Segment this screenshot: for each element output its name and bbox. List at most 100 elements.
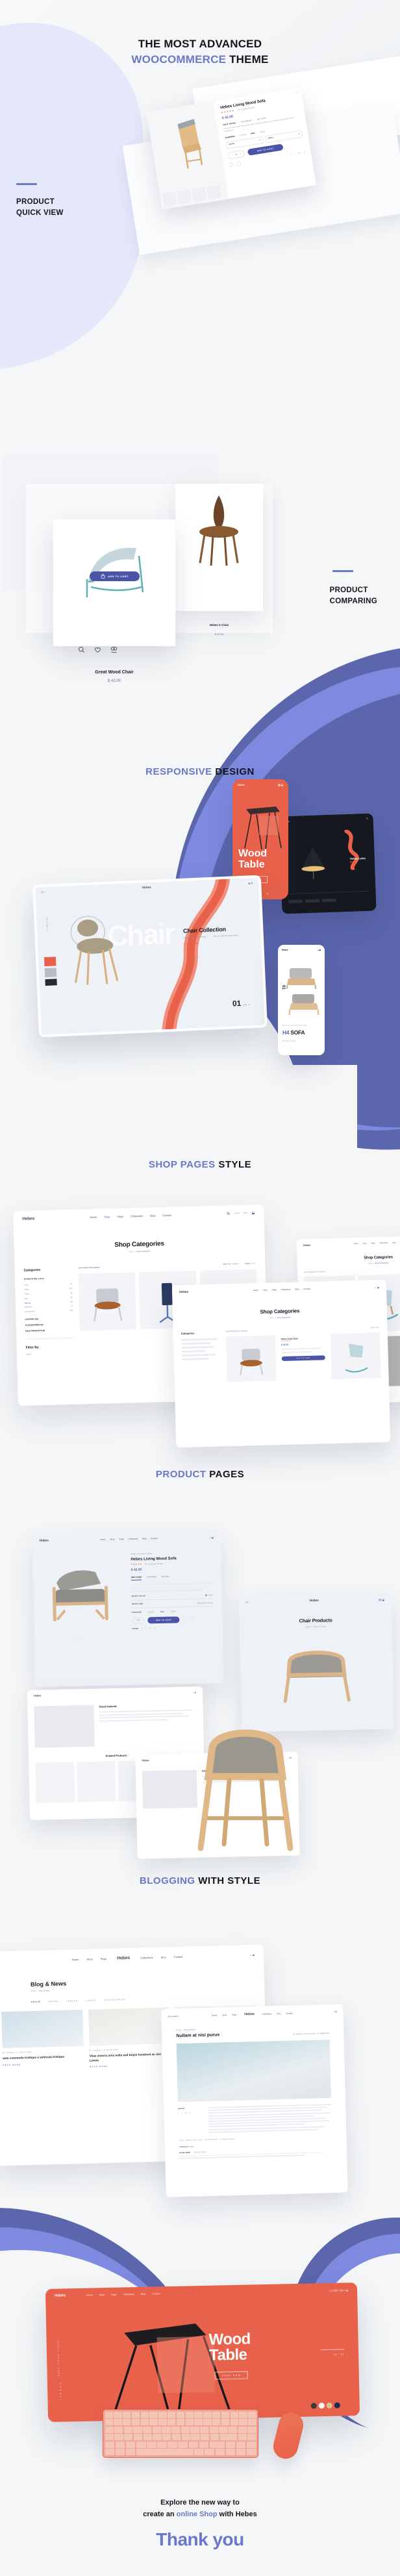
social-share[interactable]: f t G+ p bbox=[290, 151, 305, 157]
breadcrumb-home[interactable]: Home bbox=[129, 1250, 134, 1253]
swatch-dark[interactable] bbox=[310, 2403, 317, 2409]
wood-table-desktop-mockup[interactable]: Hebes Home Shop Page Collections Blog Co… bbox=[45, 2282, 360, 2423]
sort-control[interactable]: SORT BY: NAME ▾ bbox=[223, 1263, 240, 1266]
thumbnail[interactable] bbox=[44, 968, 57, 978]
tablet-menu-icon[interactable]: ☰ ⌕ bbox=[41, 891, 45, 894]
pp-color-value[interactable]: ⬤ Grey ▾ bbox=[205, 1594, 213, 1596]
blog-single-nav-right[interactable]: Collections Blog Contact bbox=[262, 2012, 293, 2015]
add-to-cart-button[interactable]: ADD TO CART bbox=[147, 1616, 180, 1623]
gallery-dots[interactable]: • • • bbox=[75, 1634, 86, 1638]
nav-collections[interactable]: Collections bbox=[123, 2293, 134, 2295]
blog-single-tags[interactable]: TAG: DECORATION • INTERIOR • FURNITURE bbox=[179, 2136, 332, 2142]
nav-blog[interactable]: Blog bbox=[295, 1288, 299, 1290]
nav-shop[interactable]: Shop bbox=[86, 1957, 92, 1960]
quantity-stepper[interactable]: − 01 + bbox=[132, 1617, 145, 1624]
product-cell[interactable] bbox=[331, 1332, 381, 1379]
shop-main-nav[interactable]: Home Shop Page Collections Blog Contact bbox=[90, 1214, 171, 1219]
nav-collections[interactable]: Collections bbox=[128, 1538, 138, 1540]
nav-page[interactable]: Page bbox=[119, 1538, 123, 1540]
nav-shop[interactable]: Shop bbox=[222, 2014, 227, 2016]
filter-sofas[interactable]: SOFAS bbox=[49, 2000, 59, 2003]
pinterest-icon[interactable]: p bbox=[155, 1627, 156, 1629]
nav-blog[interactable]: Blog bbox=[277, 2012, 281, 2015]
dark-menu-icon[interactable]: ☰ bbox=[366, 818, 368, 820]
nav-page[interactable]: Page bbox=[111, 2294, 116, 2296]
nav-page[interactable]: Page bbox=[101, 1957, 106, 1960]
nav-shop[interactable]: Shop bbox=[263, 1289, 268, 1292]
breadcrumb-home[interactable]: Home bbox=[368, 1262, 373, 1264]
blog-nav-left[interactable]: Home Shop Page bbox=[72, 1957, 106, 1961]
product-page-mockup-a[interactable]: Hebes Home Shop Page Collections Blog Co… bbox=[32, 1530, 224, 1688]
product-cell[interactable] bbox=[78, 1272, 137, 1331]
product-cell[interactable] bbox=[35, 1762, 75, 1804]
nav-shop[interactable]: Shop bbox=[362, 1242, 366, 1244]
comparing-card-primary[interactable] bbox=[53, 519, 175, 646]
nav-home[interactable]: Home bbox=[354, 1243, 358, 1245]
pp-size-value[interactable]: Big 120cm x 70cm ▾ bbox=[197, 1601, 213, 1605]
nav-collections[interactable]: Collections bbox=[131, 1214, 144, 1218]
tablet-cart-icon[interactable]: ⬓ ▤ bbox=[248, 882, 253, 884]
language-select[interactable]: EN ▾ bbox=[244, 1212, 248, 1214]
breadcrumb-home[interactable]: Home bbox=[31, 1990, 36, 1992]
pp-tabs[interactable]: INFO GUIDE SHIPMENT RETURN bbox=[131, 1574, 212, 1581]
comparing-add-to-cart-button[interactable]: ADD TO CART bbox=[90, 571, 140, 581]
nav-home[interactable]: Home bbox=[86, 2294, 93, 2297]
product-cell[interactable] bbox=[76, 1761, 116, 1803]
nav-collections[interactable]: Collections bbox=[281, 1288, 291, 1291]
nav-home[interactable]: Home bbox=[253, 1289, 258, 1292]
blog-single-nav-left[interactable]: Home Shop Page bbox=[212, 2014, 236, 2017]
blog-nav-right[interactable]: Collections Blog Contact bbox=[140, 1955, 182, 1960]
product-page-mockup-b[interactable]: ☰ ⌕ Hebes ▤ ⬓ Chair Products Home • Furn… bbox=[238, 1592, 395, 1732]
filter-tables[interactable]: TABLES bbox=[66, 1999, 78, 2002]
quantity-stepper[interactable]: − 01 + bbox=[227, 149, 245, 160]
nav-home[interactable]: Home bbox=[212, 2014, 217, 2016]
next-arrow-icon[interactable]: › bbox=[249, 1003, 250, 1006]
wishlist-icon[interactable] bbox=[229, 162, 234, 168]
nav-shop[interactable]: Shop bbox=[110, 1538, 114, 1540]
nav-blog[interactable]: Blog bbox=[392, 1242, 395, 1244]
blog-single-cart-icon[interactable]: ⌕ ⬓ bbox=[334, 2010, 337, 2013]
google-plus-icon[interactable]: G+ bbox=[149, 1627, 151, 1629]
nav-contact[interactable]: Contact bbox=[162, 1214, 171, 1217]
shop-mockup-mid[interactable]: Hebes Home Shop Page Collections Blog Co… bbox=[171, 1279, 391, 1448]
tab-return[interactable]: RETURN bbox=[162, 1575, 169, 1580]
nav-shop[interactable]: Shop bbox=[99, 2294, 105, 2296]
shop-right-nav[interactable]: Home Shop Page Collections Blog Contact bbox=[354, 1242, 400, 1245]
nav-blog[interactable]: Blog bbox=[161, 1955, 166, 1958]
nav-contact[interactable]: Contact bbox=[174, 1955, 183, 1958]
tab-return[interactable]: RETURN bbox=[257, 117, 266, 121]
blog-cart-icon[interactable]: ⌕ ⬓ bbox=[251, 1953, 255, 1957]
wood-shop-now-button[interactable]: SHOP NOW bbox=[214, 2371, 249, 2380]
tablet-dark-mockup[interactable]: Hebes ☰ Hebes Lamp Decor bbox=[279, 813, 377, 914]
twitter-icon[interactable]: t bbox=[294, 152, 295, 156]
comparing-card-secondary[interactable] bbox=[175, 484, 263, 611]
breadcrumb-home[interactable]: Home bbox=[176, 2029, 181, 2031]
shop-mid-nav[interactable]: Home Shop Page Collections Blog Contact bbox=[253, 1288, 310, 1292]
add-to-cart-button[interactable]: ADD TO CART bbox=[281, 1355, 326, 1361]
compare-icon[interactable] bbox=[110, 646, 118, 653]
nav-page[interactable]: Page bbox=[117, 1215, 123, 1218]
swatch-white[interactable] bbox=[318, 2403, 325, 2409]
nav-collections[interactable]: Collections bbox=[380, 1242, 388, 1244]
swatch-beige[interactable] bbox=[326, 2402, 332, 2409]
pp-cart-icon[interactable]: ⌕ ⬓ bbox=[209, 1536, 214, 1539]
pp-c-icons[interactable]: ⌕ ⬓ bbox=[193, 1691, 196, 1694]
tab-info-guide[interactable]: INFO GUIDE bbox=[131, 1575, 142, 1581]
shop-mid-sort[interactable]: SORT BY: bbox=[371, 1327, 380, 1329]
nav-shop[interactable]: Shop bbox=[104, 1215, 110, 1218]
wood-cart-icon[interactable]: ⌕ | USD ▾ EN ▾ ⬓ bbox=[329, 2288, 348, 2292]
phone2-shop-now-button[interactable]: SHOP NOW bbox=[282, 1041, 296, 1042]
breadcrumb-home[interactable]: Home bbox=[269, 1316, 275, 1319]
filter-chair[interactable]: CHAIR bbox=[31, 2001, 41, 2003]
swatch-navy[interactable] bbox=[334, 2402, 340, 2408]
pp-b-cart-icon[interactable]: ▤ ⬓ bbox=[379, 1597, 384, 1601]
compare-icon[interactable] bbox=[190, 1616, 195, 1622]
close-icon[interactable]: × bbox=[296, 91, 298, 94]
nav-blog[interactable]: Blog bbox=[150, 1214, 155, 1217]
blog-card[interactable]: BY ADMIN | 2 DAYS AGO Vitae viverra urna… bbox=[88, 2007, 171, 2068]
sidebar-item[interactable]: Accessories 129 bbox=[25, 1308, 73, 1314]
tablet-thumbnails[interactable] bbox=[44, 957, 57, 986]
blog-single-mockup[interactable]: EN ▾ USD ▾ Home Shop Page Hebes Collecti… bbox=[161, 2004, 348, 2197]
blog-post-title[interactable]: Vitae viverra urna nulla sed turpis hend… bbox=[90, 2052, 171, 2063]
thumbnail[interactable] bbox=[162, 192, 177, 206]
